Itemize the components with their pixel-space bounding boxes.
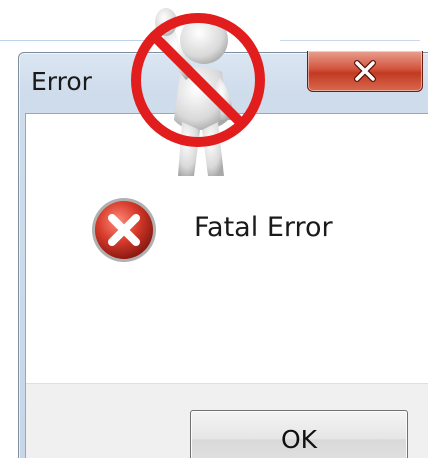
close-button[interactable]: [307, 51, 423, 92]
close-x-icon: [352, 60, 378, 82]
error-x-icon: [90, 196, 158, 264]
background-line: [280, 40, 420, 41]
error-message: Fatal Error: [194, 212, 333, 243]
window-title: Error: [31, 67, 92, 96]
screen: Error Fatal Error OK: [0, 0, 428, 458]
stop-hand-figure-icon: [120, 0, 280, 180]
ok-button[interactable]: OK: [190, 410, 408, 458]
